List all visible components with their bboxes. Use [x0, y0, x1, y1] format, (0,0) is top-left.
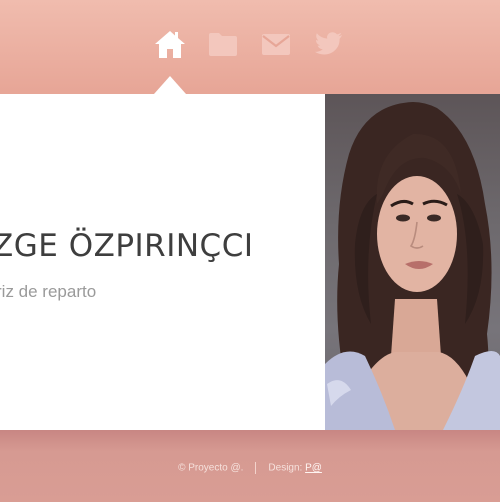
footer-line: © Proyecto @. Design: P@ [0, 462, 500, 474]
footer-divider [255, 462, 257, 474]
profile-card: ZGE ÖZPIRINÇCI riz de reparto [0, 94, 500, 430]
designer-link[interactable]: P@ [305, 463, 322, 474]
profile-photo [325, 94, 500, 430]
twitter-icon[interactable] [312, 28, 346, 60]
footer: © Proyecto @. Design: P@ [0, 430, 500, 502]
profile-role: riz de reparto [0, 282, 97, 301]
profile-name: ZGE ÖZPIRINÇCI [0, 228, 254, 264]
folder-icon[interactable] [206, 28, 240, 60]
design-label: Design: [268, 462, 303, 474]
envelope-icon[interactable] [259, 28, 293, 60]
active-tab-pointer [154, 76, 186, 94]
profile-text: ZGE ÖZPIRINÇCI riz de reparto [0, 94, 325, 430]
top-navigation [0, 0, 500, 94]
copyright-text: © Proyecto @. [178, 462, 244, 474]
home-icon[interactable] [153, 28, 187, 60]
